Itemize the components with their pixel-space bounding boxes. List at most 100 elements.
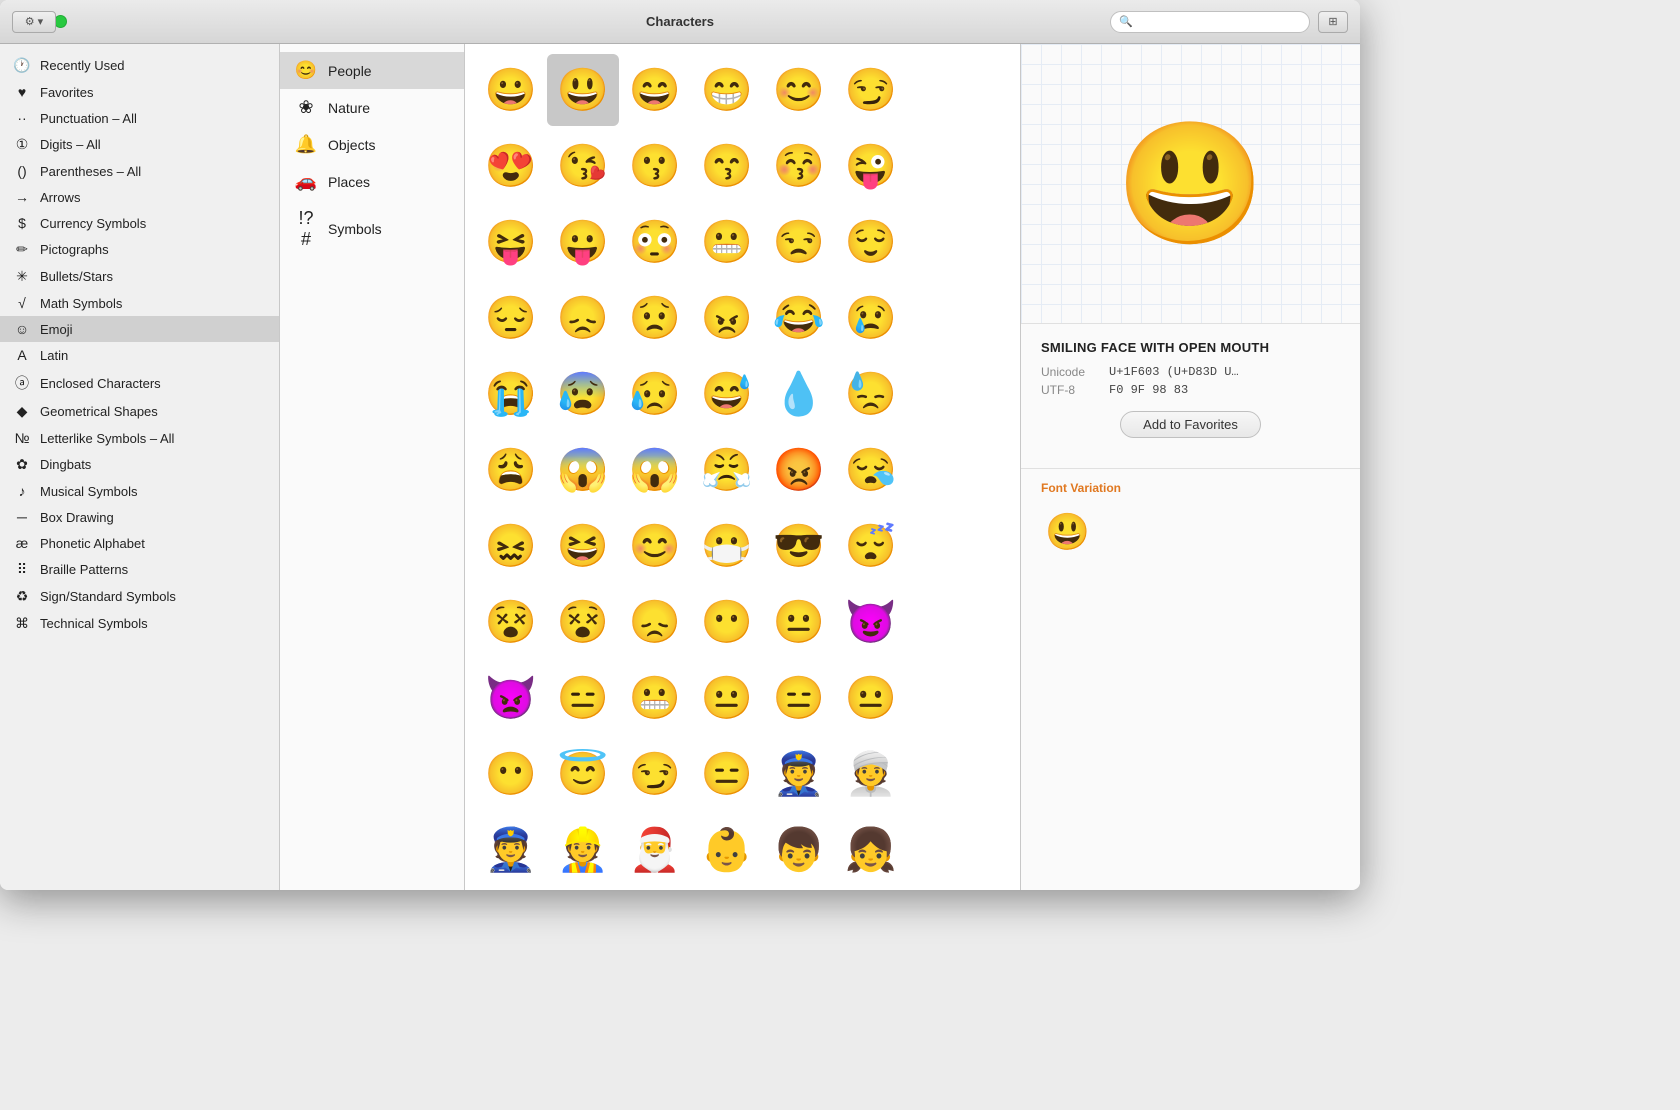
sidebar-item-braille[interactable]: ⠿Braille Patterns: [0, 556, 279, 583]
emoji-cell[interactable]: 😇: [547, 738, 619, 810]
category-item-people[interactable]: 😊People: [280, 52, 464, 89]
sidebar-item-punctuation[interactable]: ··Punctuation – All: [0, 105, 279, 131]
emoji-cell[interactable]: 😑: [763, 662, 835, 734]
sidebar-item-latin[interactable]: ALatin: [0, 342, 279, 368]
emoji-cell[interactable]: 😬: [691, 206, 763, 278]
search-box[interactable]: 🔍: [1110, 11, 1310, 33]
emoji-cell[interactable]: 😞: [619, 586, 691, 658]
sidebar-item-musical[interactable]: ♪Musical Symbols: [0, 478, 279, 504]
emoji-cell[interactable]: 😗: [619, 130, 691, 202]
emoji-cell[interactable]: 😐: [691, 662, 763, 734]
emoji-cell[interactable]: 😭: [475, 358, 547, 430]
emoji-cell[interactable]: 😍: [475, 130, 547, 202]
emoji-cell[interactable]: 😥: [619, 358, 691, 430]
emoji-cell[interactable]: 😛: [547, 206, 619, 278]
category-item-objects[interactable]: 🔔Objects: [280, 126, 464, 163]
sidebar-item-favorites[interactable]: ♥Favorites: [0, 79, 279, 105]
search-input[interactable]: [1137, 15, 1301, 29]
emoji-cell[interactable]: 😬: [619, 662, 691, 734]
emoji-cell[interactable]: 😎: [763, 510, 835, 582]
emoji-cell[interactable]: 😀: [475, 54, 547, 126]
emoji-cell[interactable]: 😜: [835, 130, 907, 202]
emoji-cell[interactable]: 😵: [547, 586, 619, 658]
sidebar-item-phonetic[interactable]: æPhonetic Alphabet: [0, 530, 279, 556]
emoji-cell[interactable]: 👷: [547, 814, 619, 886]
category-item-places[interactable]: 🚗Places: [280, 163, 464, 200]
emoji-cell[interactable]: 😐: [835, 662, 907, 734]
emoji-cell[interactable]: 😱: [619, 434, 691, 506]
emoji-cell[interactable]: 😏: [835, 54, 907, 126]
emoji-cell[interactable]: 😱: [547, 434, 619, 506]
sidebar-item-pictographs[interactable]: ✏Pictographs: [0, 236, 279, 263]
emoji-cell[interactable]: 😅: [691, 358, 763, 430]
emoji-cell[interactable]: 🎅: [619, 814, 691, 886]
emoji-cell[interactable]: 👦: [763, 814, 835, 886]
emoji-cell[interactable]: 😑: [547, 662, 619, 734]
grid-view-button[interactable]: ⊞: [1318, 11, 1348, 33]
emoji-cell[interactable]: 😖: [475, 510, 547, 582]
sidebar-item-letterlike[interactable]: №Letterlike Symbols – All: [0, 425, 279, 451]
emoji-cell[interactable]: 😏: [619, 738, 691, 810]
emoji-cell[interactable]: 😙: [691, 130, 763, 202]
add-favorites-button[interactable]: Add to Favorites: [1120, 411, 1261, 438]
emoji-cell[interactable]: 😞: [547, 282, 619, 354]
emoji-cell[interactable]: 😝: [475, 206, 547, 278]
emoji-cell[interactable]: 😘: [547, 130, 619, 202]
emoji-cell[interactable]: 😟: [619, 282, 691, 354]
sidebar-item-emoji[interactable]: ☺Emoji: [0, 316, 279, 342]
emoji-cell[interactable]: 😤: [691, 434, 763, 506]
emoji-cell[interactable]: 👮: [475, 814, 547, 886]
emoji-cell[interactable]: 👶: [691, 814, 763, 886]
emoji-cell[interactable]: 😶: [475, 738, 547, 810]
font-variation-emoji[interactable]: 😃: [1041, 507, 1094, 557]
emoji-cell[interactable]: 💧: [763, 358, 835, 430]
sidebar-item-sign-standard[interactable]: ♻Sign/Standard Symbols: [0, 583, 279, 610]
emoji-cell[interactable]: 😊: [619, 510, 691, 582]
emoji-cell[interactable]: 😠: [691, 282, 763, 354]
emoji-cell[interactable]: 😁: [691, 54, 763, 126]
emoji-cell[interactable]: 😌: [835, 206, 907, 278]
emoji-cell[interactable]: 😳: [619, 206, 691, 278]
emoji-cell[interactable]: 😊: [763, 54, 835, 126]
emoji-cell[interactable]: 👿: [475, 662, 547, 734]
emoji-cell[interactable]: 👳: [835, 738, 907, 810]
emoji-cell[interactable]: 😷: [691, 510, 763, 582]
category-item-nature[interactable]: ❀Nature: [280, 89, 464, 126]
emoji-cell[interactable]: 😂: [763, 282, 835, 354]
sidebar-item-currency[interactable]: $Currency Symbols: [0, 210, 279, 236]
emoji-cell[interactable]: 😶: [691, 586, 763, 658]
emoji-cell[interactable]: 😵: [475, 586, 547, 658]
sidebar-item-label-phonetic: Phonetic Alphabet: [40, 536, 267, 551]
emoji-cell[interactable]: 😩: [475, 434, 547, 506]
sidebar-item-box-drawing[interactable]: ─Box Drawing: [0, 504, 279, 530]
sidebar-item-geometrical[interactable]: ◆Geometrical Shapes: [0, 398, 279, 425]
emoji-cell[interactable]: 😑: [691, 738, 763, 810]
category-item-symbols[interactable]: !?#Symbols: [280, 200, 464, 258]
emoji-cell[interactable]: 😚: [763, 130, 835, 202]
sidebar-item-enclosed[interactable]: ⓐEnclosed Characters: [0, 368, 279, 398]
sidebar-item-parentheses[interactable]: ()Parentheses – All: [0, 158, 279, 184]
emoji-cell[interactable]: 😈: [835, 586, 907, 658]
emoji-cell[interactable]: 😔: [475, 282, 547, 354]
emoji-cell[interactable]: 😪: [835, 434, 907, 506]
emoji-cell[interactable]: 😓: [835, 358, 907, 430]
emoji-cell[interactable]: 😴: [835, 510, 907, 582]
sidebar-item-bullets[interactable]: ✳Bullets/Stars: [0, 263, 279, 290]
emoji-cell[interactable]: 😃: [547, 54, 619, 126]
emoji-cell[interactable]: 😰: [547, 358, 619, 430]
sidebar-item-technical[interactable]: ⌘Technical Symbols: [0, 610, 279, 637]
emoji-cell[interactable]: 😒: [763, 206, 835, 278]
emoji-cell[interactable]: 😡: [763, 434, 835, 506]
sidebar-item-arrows[interactable]: →Arrows: [0, 184, 279, 210]
emoji-cell[interactable]: 😄: [619, 54, 691, 126]
emoji-cell[interactable]: 😐: [763, 586, 835, 658]
emoji-cell[interactable]: 😢: [835, 282, 907, 354]
emoji-cell[interactable]: 😆: [547, 510, 619, 582]
sidebar-item-digits[interactable]: ①Digits – All: [0, 131, 279, 158]
gear-button[interactable]: ⚙ ▾: [12, 11, 56, 33]
sidebar-item-recently-used[interactable]: 🕐Recently Used: [0, 52, 279, 79]
sidebar-item-math[interactable]: √Math Symbols: [0, 290, 279, 316]
emoji-cell[interactable]: 👧: [835, 814, 907, 886]
sidebar-item-dingbats[interactable]: ✿Dingbats: [0, 451, 279, 478]
emoji-cell[interactable]: 👮: [763, 738, 835, 810]
